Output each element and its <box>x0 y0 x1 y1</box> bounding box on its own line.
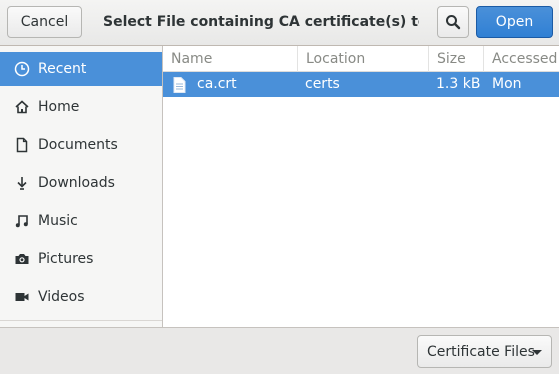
sidebar-item-music[interactable]: Music <box>0 204 162 238</box>
sidebar-item-label: Downloads <box>38 175 115 191</box>
sidebar-item-label: Videos <box>38 289 85 305</box>
sidebar-item-recent[interactable]: Recent <box>0 52 162 86</box>
column-header-location[interactable]: Location <box>298 46 429 72</box>
bottom-bar: Certificate Files <box>0 327 559 374</box>
search-button[interactable] <box>437 6 469 38</box>
dialog-title: Select File containing CA certificate(s)… <box>103 14 419 30</box>
document-icon <box>16 137 28 153</box>
places-sidebar: Recent Home Documents Downloads Music Pi… <box>0 46 163 327</box>
sidebar-item-downloads[interactable]: Downloads <box>0 166 162 200</box>
file-size: 1.3 kB <box>436 76 481 92</box>
cancel-button[interactable]: Cancel <box>7 6 82 38</box>
sidebar-item-pictures[interactable]: Pictures <box>0 242 162 276</box>
sidebar-item-label: Recent <box>38 61 87 77</box>
home-icon <box>15 100 29 114</box>
header-bar: Cancel Select File containing CA certifi… <box>0 0 559 46</box>
sidebar-item-documents[interactable]: Documents <box>0 128 162 162</box>
sidebar-item-home[interactable]: Home <box>0 90 162 124</box>
video-icon <box>15 293 29 301</box>
sidebar-item-label: Documents <box>38 137 118 153</box>
column-header-size[interactable]: Size <box>429 46 484 72</box>
dropdown-arrow-icon <box>532 350 542 355</box>
column-header-accessed[interactable]: Accessed <box>484 46 559 72</box>
sidebar-item-label: Home <box>38 99 80 115</box>
column-header-name[interactable]: Name <box>163 46 298 72</box>
clock-icon <box>14 61 30 77</box>
open-button[interactable]: Open <box>476 6 553 38</box>
sidebar-item-videos[interactable]: Videos <box>0 280 162 314</box>
file-row[interactable]: ca.crt certs 1.3 kB Mon <box>163 72 559 97</box>
file-accessed: Mon <box>492 76 522 92</box>
filter-label: Certificate Files <box>427 343 535 360</box>
file-chooser-dialog: Cancel Select File containing CA certifi… <box>0 0 559 374</box>
download-icon <box>17 177 27 190</box>
file-list[interactable]: Name Location Size Accessed ca.crt certs… <box>163 46 559 327</box>
text-file-icon <box>173 77 186 93</box>
sidebar-item-label: Pictures <box>38 251 94 267</box>
file-type-filter-dropdown[interactable]: Certificate Files <box>417 335 552 368</box>
search-icon <box>446 15 461 30</box>
file-location: certs <box>305 76 340 92</box>
music-icon <box>15 215 28 228</box>
sidebar-item-label: Music <box>38 213 78 229</box>
sidebar-separator <box>0 320 162 321</box>
camera-icon <box>15 254 29 264</box>
file-name: ca.crt <box>197 76 237 92</box>
